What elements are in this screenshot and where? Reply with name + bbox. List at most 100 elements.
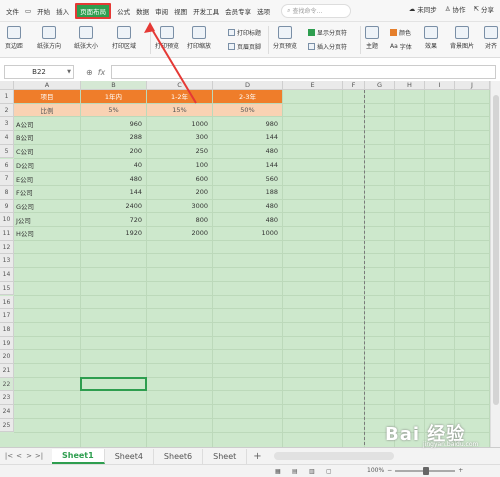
colors-button[interactable]: 颜色 [390,28,411,37]
row-header[interactable]: 11 [0,227,14,241]
sheet-tab-sheet1[interactable]: Sheet1 [52,448,105,464]
fx-icon[interactable]: fx [98,68,106,77]
row-header[interactable]: 13 [0,254,14,269]
table-header-cell[interactable]: 1-2年 [147,90,212,103]
tab-member[interactable]: 会员专享 [225,6,251,16]
theme-button[interactable]: 主题 [365,26,379,50]
tab-page-layout[interactable]: 页面布局 [75,2,112,19]
vertical-scrollbar[interactable] [490,81,500,447]
company-name-cell[interactable]: A公司 [14,117,80,130]
row-header[interactable]: 16 [0,295,14,310]
collab-button[interactable]: ♙ 协作 [445,4,466,14]
value-cell[interactable]: 2400 [81,200,146,213]
tab-options[interactable]: 选项 [257,6,270,16]
command-search[interactable]: ⌕ 查找命令... [281,3,352,18]
value-cell[interactable]: 144 [213,131,282,144]
row-header[interactable]: 9 [0,199,14,214]
zoom-slider[interactable] [395,466,456,475]
spreadsheet-grid[interactable]: A B C D E F G H I J 1 2 3 4 5 6 7 8 9 10 11 12 13 14 15 16 17 18 19 2… [0,81,490,447]
value-cell[interactable]: 480 [213,200,282,213]
row-header[interactable]: 12 [0,240,14,255]
selected-cell-b22[interactable] [80,376,147,392]
row-header[interactable]: 5 [0,144,14,159]
row-header[interactable]: 22 [0,377,14,392]
value-cell[interactable]: 144 [213,159,282,172]
zoom-in-icon[interactable]: + [458,467,463,474]
company-name-cell[interactable]: H公司 [14,227,80,240]
print-titles-button[interactable]: 打印标题 [228,28,261,37]
column-header[interactable]: B [81,81,147,90]
name-box[interactable]: B22 ▼ [4,65,74,79]
value-cell[interactable]: 200 [81,145,146,158]
horizontal-scrollbar[interactable] [273,452,394,460]
column-header[interactable]: H [395,81,425,90]
value-cell[interactable]: 188 [213,186,282,199]
print-preview-button[interactable]: 打印预览 [155,26,179,50]
row-header[interactable]: 4 [0,131,14,145]
tab-developer[interactable]: 开发工具 [193,6,219,16]
value-cell[interactable]: 100 [147,159,212,172]
table-header-cell[interactable]: 2-3年 [213,90,282,103]
formula-input[interactable] [111,65,496,79]
company-name-cell[interactable]: D公司 [14,159,80,172]
row-header[interactable]: 1 [0,90,14,104]
next-sheet-icon[interactable]: > [24,452,34,460]
value-cell[interactable]: 250 [147,145,212,158]
page-break-preview-button[interactable]: 分页预览 [273,26,297,50]
view-layout-icon[interactable]: ▤ [292,468,298,475]
table-header-cell[interactable]: 项目 [14,90,80,103]
view-break-icon[interactable]: ▥ [309,468,315,475]
save-icon[interactable]: ▭ [25,7,31,15]
column-header[interactable]: E [283,81,343,90]
value-cell[interactable]: 960 [81,117,146,130]
tab-insert[interactable]: 插入 [56,6,69,16]
column-header[interactable]: A [14,81,81,90]
first-sheet-icon[interactable]: |< [4,452,14,460]
row-header[interactable]: 6 [0,158,14,173]
company-name-cell[interactable]: J公司 [14,213,80,226]
show-page-breaks-checkbox[interactable]: 显示分页符 [308,28,347,37]
value-cell[interactable]: 1000 [213,227,282,240]
chevron-down-icon[interactable]: ▼ [67,69,71,75]
file-menu[interactable]: 文件 [6,6,19,16]
effects-button[interactable]: 效果 [424,26,438,50]
value-cell[interactable]: 200 [147,186,212,199]
value-cell[interactable]: 1000 [147,117,212,130]
column-header[interactable]: D [213,81,283,90]
zoom-slider-knob[interactable] [423,466,430,475]
value-cell[interactable]: 480 [81,172,146,185]
value-cell[interactable]: 800 [147,213,212,226]
company-name-cell[interactable]: F公司 [14,186,80,199]
row-header[interactable]: 19 [0,336,14,351]
add-sheet-button[interactable]: + [247,451,267,462]
ratio-cell[interactable]: 50% [213,103,282,117]
background-button[interactable]: 背景图片 [450,26,474,50]
column-header[interactable]: G [365,81,395,90]
row-header[interactable]: 14 [0,268,14,282]
row-header[interactable]: 3 [0,117,14,132]
scrollbar-thumb[interactable] [493,95,499,405]
ratio-cell[interactable]: 比例 [14,103,80,117]
row-header[interactable]: 10 [0,213,14,227]
ratio-cell[interactable]: 15% [147,103,212,117]
company-name-cell[interactable]: C公司 [14,145,80,158]
insert-page-break-button[interactable]: 插入分页符 [308,42,347,51]
zoom-lens-icon[interactable]: ⊕ [86,68,93,77]
row-header[interactable]: 24 [0,405,14,419]
value-cell[interactable]: 144 [81,186,146,199]
ratio-cell[interactable]: 5% [81,103,146,117]
value-cell[interactable]: 288 [81,131,146,144]
align-button[interactable]: 对齐 [484,26,498,50]
sheet-tab-sheet4[interactable]: Sheet4 [105,448,154,464]
zoom-out-icon[interactable]: − [387,467,392,474]
value-cell[interactable]: 480 [213,213,282,226]
tab-review[interactable]: 审阅 [155,6,168,16]
value-cell[interactable]: 300 [147,131,212,144]
value-cell[interactable]: 40 [81,159,146,172]
sync-status[interactable]: ☁ 未同步 [409,4,437,14]
header-footer-button[interactable]: 页眉页脚 [228,42,261,51]
row-header[interactable]: 7 [0,172,14,186]
table-header-cell[interactable]: 1年内 [81,90,146,103]
view-read-icon[interactable]: ▢ [326,468,332,475]
view-normal-icon[interactable]: ▦ [275,468,281,475]
